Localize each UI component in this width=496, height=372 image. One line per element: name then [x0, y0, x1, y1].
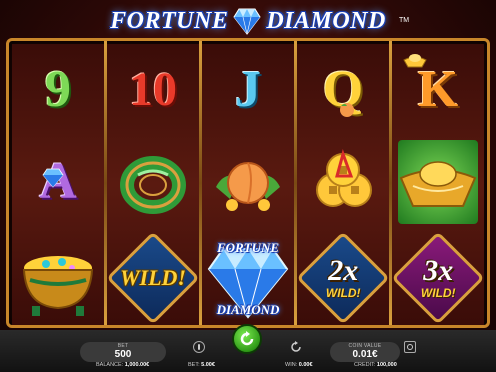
wild-2x-symbol: 2x WILD!: [296, 231, 390, 325]
jade-ring-icon: [120, 156, 186, 214]
diamond-icon: [42, 168, 64, 188]
symbol-k: K: [392, 44, 484, 136]
wild-3x-symbol: 3x WILD!: [391, 231, 485, 325]
slot-game: FORTUNE DIAMOND TM 9 A: [0, 0, 496, 372]
symbol-a: A: [12, 136, 104, 228]
spin-button[interactable]: [232, 324, 262, 354]
reel-1: 9 A: [12, 44, 104, 325]
game-title: FORTUNE DIAMOND: [0, 0, 496, 42]
reel-frame: 9 A 10: [6, 38, 490, 328]
fortune-text: FORTUNE: [216, 240, 280, 255]
trademark-label: TM: [399, 17, 410, 24]
coin-value-selector[interactable]: COIN VALUE 0.01€: [330, 342, 400, 362]
refresh-icon: [240, 331, 254, 346]
reel-5: K 3x WILD!: [391, 44, 485, 325]
pot-of-gold-symbol: [12, 232, 104, 324]
gold-ingot-icon: [403, 54, 427, 68]
multiplier-label: 2x: [328, 254, 358, 287]
gold-ingot-icon: [399, 161, 477, 207]
symbol-q: Q: [322, 61, 364, 118]
credit-display: CREDIT: 100,000: [354, 362, 397, 368]
peach-symbol: [202, 136, 294, 228]
settings-icon[interactable]: [404, 341, 416, 353]
peach-icon: [340, 103, 354, 117]
reel-4: Q 2x WILD!: [296, 44, 390, 325]
bet-info-icon[interactable]: [193, 341, 205, 353]
diamond-icon: [233, 8, 261, 35]
fortune-diamond-symbol: FORTUNE DIAMOND: [202, 232, 294, 324]
title-left: FORTUNE: [110, 7, 229, 34]
multiplier-label: 3x: [423, 254, 453, 287]
balance-display: BALANCE: 1,000.00€: [96, 362, 150, 368]
reel-2: 10 WILD!: [106, 44, 200, 325]
wild-symbol: WILD!: [106, 231, 200, 325]
bet-amount-display: BET: 5.00€: [188, 362, 215, 368]
win-display: WIN: 0.00€: [285, 362, 313, 368]
symbol-10: 10: [129, 63, 177, 116]
symbol-9: 9: [45, 61, 71, 118]
autoplay-icon[interactable]: [290, 341, 302, 353]
jade-ring-symbol: [107, 136, 199, 228]
coins-icon: [316, 149, 372, 207]
bet-selector[interactable]: BET 500: [80, 342, 166, 362]
reel-3: J FORTUNE DIAMOND: [202, 44, 294, 325]
coins-symbol: [297, 136, 389, 228]
title-right: DIAMOND: [266, 7, 386, 34]
pot-of-gold-icon: [22, 256, 94, 316]
gold-ingot-symbol: [392, 136, 484, 228]
symbol-j: J: [235, 61, 261, 118]
diamond-text: DIAMOND: [216, 302, 280, 317]
peach-icon: [216, 162, 280, 211]
